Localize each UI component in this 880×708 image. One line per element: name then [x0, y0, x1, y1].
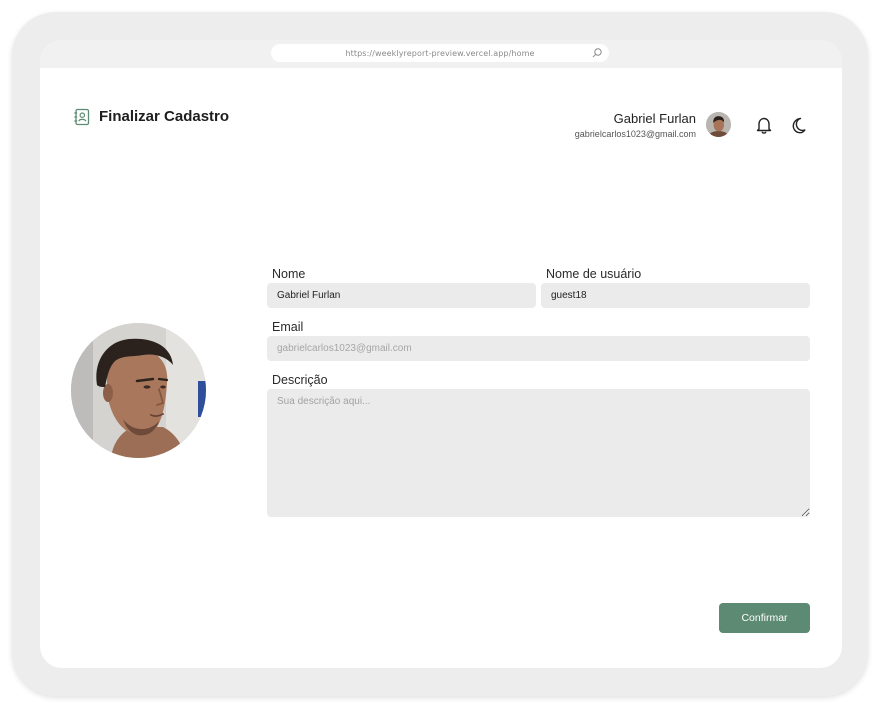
avatar-photo — [706, 112, 731, 137]
username-field[interactable] — [541, 283, 810, 308]
browser-window: https://weeklyreport-preview.vercel.app/… — [40, 40, 842, 668]
browser-toolbar: https://weeklyreport-preview.vercel.app/… — [40, 40, 842, 68]
name-label: Nome — [272, 267, 306, 281]
bell-icon[interactable] — [754, 115, 774, 135]
address-bar-url[interactable]: https://weeklyreport-preview.vercel.app/… — [345, 49, 534, 58]
address-bar[interactable]: https://weeklyreport-preview.vercel.app/… — [271, 44, 609, 62]
confirm-button[interactable]: Confirmar — [719, 603, 810, 633]
email-label: Email — [272, 320, 304, 334]
user-email: gabrielcarlos1023@gmail.com — [574, 129, 696, 139]
email-field[interactable] — [267, 336, 810, 361]
description-label: Descrição — [272, 373, 328, 387]
description-textarea[interactable] — [267, 389, 810, 517]
moon-icon[interactable] — [790, 115, 810, 135]
username-label: Nome de usuário — [546, 267, 642, 281]
page-title: Finalizar Cadastro — [99, 108, 230, 125]
profile-photo-image — [71, 323, 206, 458]
device-frame: https://weeklyreport-preview.vercel.app/… — [12, 12, 868, 696]
profile-photo[interactable] — [71, 323, 206, 458]
avatar[interactable] — [706, 112, 731, 137]
name-field[interactable] — [267, 283, 536, 308]
user-name: Gabriel Furlan — [613, 111, 696, 126]
search-icon[interactable] — [591, 47, 603, 59]
contact-book-icon — [74, 108, 90, 126]
